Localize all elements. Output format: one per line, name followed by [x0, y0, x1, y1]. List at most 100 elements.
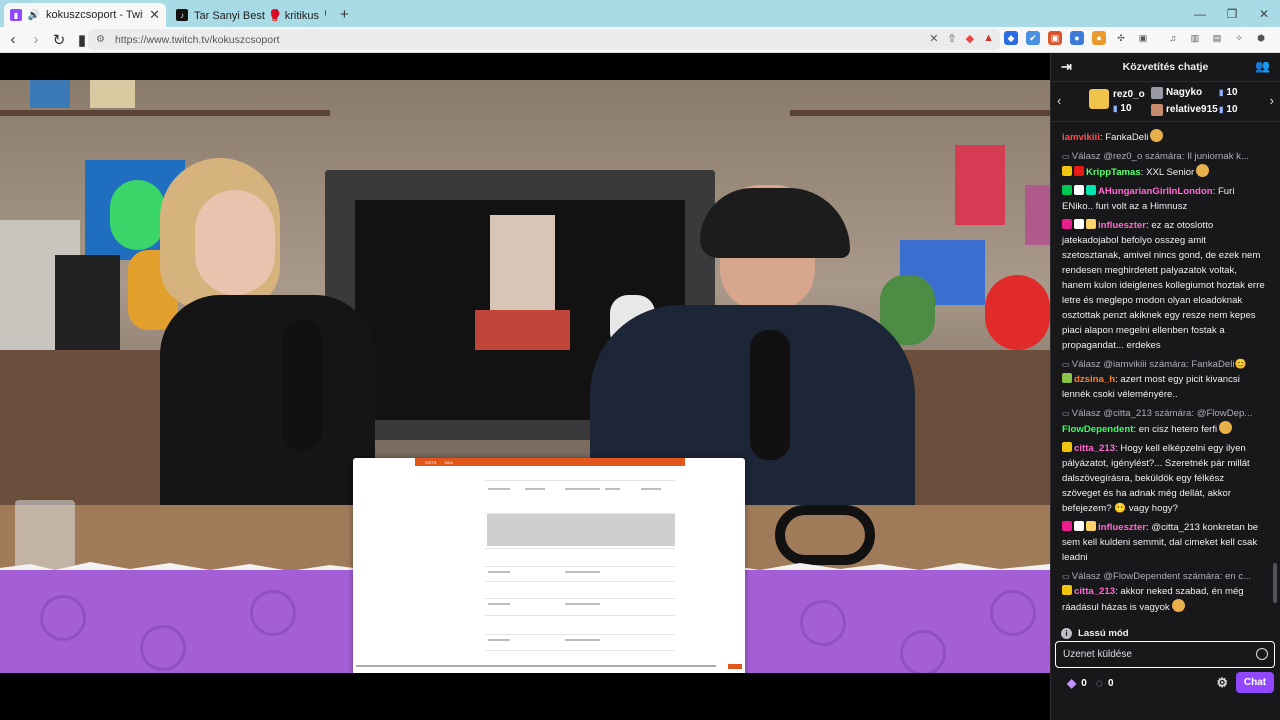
- chat-username[interactable]: influeszter: [1098, 522, 1146, 533]
- share-icon[interactable]: ⇧: [947, 32, 956, 45]
- document-text: [565, 571, 600, 573]
- chat-badge-icon[interactable]: [1074, 166, 1084, 176]
- address-bar[interactable]: ⚙ https://www.twitch.tv/kokuszcsoport ✕ …: [88, 29, 1000, 50]
- menu-icon[interactable]: ≡: [1276, 31, 1280, 45]
- emote-icon[interactable]: [1219, 421, 1233, 434]
- chat-badge-icon[interactable]: [1062, 373, 1072, 383]
- leaderboard-user[interactable]: Nagyko: [1166, 87, 1202, 98]
- chat-scrollbar[interactable]: [1273, 563, 1277, 603]
- vpn-icon[interactable]: ⬢: [1254, 31, 1268, 45]
- document-text: [565, 488, 600, 490]
- leaderboard-user[interactable]: relative915: [1166, 104, 1218, 115]
- chat-username[interactable]: FlowDependent: [1062, 424, 1133, 435]
- site-info-icon[interactable]: ⚙: [96, 34, 105, 45]
- minimize-button[interactable]: —: [1184, 7, 1216, 21]
- stream-chat: ⇥ Közvetítés chatje 👥 ‹ rez0_o 10 Nagyko…: [1050, 53, 1280, 720]
- channel-points-icon[interactable]: ◌: [1096, 676, 1103, 690]
- chat-message: citta_213: Hogy kell elképzelni egy ilye…: [1062, 441, 1265, 516]
- chat-username[interactable]: KrippTamas: [1086, 167, 1141, 178]
- speaker-icon[interactable]: 🔊: [28, 9, 40, 21]
- leaderboard-next-icon[interactable]: ›: [1270, 93, 1274, 108]
- forward-icon[interactable]: ›: [26, 31, 46, 48]
- extension-icon[interactable]: ✔: [1026, 31, 1040, 45]
- chat-badge-icon[interactable]: [1062, 521, 1072, 531]
- chat-message: Válasz @iamvikiii számára: FankaDeli😊 dzs…: [1062, 357, 1265, 402]
- document-text: [605, 488, 620, 490]
- reply-context[interactable]: Válasz @citta_213 számára: @FlowDep...: [1062, 406, 1265, 421]
- wallet-icon[interactable]: ▤: [1210, 31, 1224, 45]
- monkey-pattern-icon: [900, 630, 946, 673]
- chat-username[interactable]: dzsina_h: [1074, 374, 1115, 385]
- speaker: [55, 255, 120, 350]
- chat-username[interactable]: citta_213: [1074, 586, 1115, 597]
- emote-icon[interactable]: [1171, 599, 1185, 612]
- chat-username[interactable]: influeszter: [1098, 220, 1146, 231]
- document-text: [565, 639, 600, 641]
- document-text: [488, 488, 510, 490]
- chat-input-box[interactable]: [1055, 641, 1275, 668]
- chat-badge-icon[interactable]: [1074, 185, 1084, 195]
- tab-tiktok[interactable]: ♪ Tar Sanyi Best 🥊 kritikus 🥊 (@szop: [170, 3, 332, 27]
- camera-icon[interactable]: ▣: [1136, 31, 1150, 45]
- chat-badge-icon[interactable]: [1086, 185, 1096, 195]
- emote-icon[interactable]: [1150, 129, 1164, 142]
- send-chat-button[interactable]: Chat: [1236, 672, 1274, 693]
- chat-message: Válasz @citta_213 számára: @FlowDep... Fl…: [1062, 406, 1265, 437]
- chat-username[interactable]: AHungarianGirlInLondon: [1098, 186, 1213, 197]
- reload-icon[interactable]: ↻: [49, 31, 69, 49]
- document-row: [485, 598, 675, 599]
- tab-twitch[interactable]: ▮ 🔊 kokuszcsoport - Twitch ✕: [4, 3, 166, 27]
- collapse-chat-icon[interactable]: ⇥: [1061, 59, 1072, 75]
- video-player[interactable]: WSTK NKA: [0, 53, 1050, 720]
- reply-context[interactable]: Válasz @rez0_o számára: Il juniornak k..…: [1062, 149, 1265, 164]
- brave-shield-icon[interactable]: ◆: [966, 32, 974, 45]
- chat-badge-icon[interactable]: [1074, 521, 1084, 531]
- translate-icon[interactable]: ✕: [929, 32, 938, 45]
- chat-message-text: en cisz hetero ferfi: [1138, 424, 1218, 435]
- tab-title: kokuszcsoport - Twitch: [46, 9, 143, 21]
- bits-count: 0: [1081, 677, 1087, 689]
- chat-badge-icon[interactable]: [1062, 166, 1072, 176]
- chat-badge-icon[interactable]: [1086, 521, 1096, 531]
- leaderboard-prev-icon[interactable]: ‹: [1057, 93, 1061, 108]
- microphone: [282, 320, 322, 450]
- chat-settings-icon[interactable]: ⚙: [1216, 675, 1228, 691]
- chat-badge-icon[interactable]: [1062, 585, 1072, 595]
- chat-username[interactable]: iamvikiii: [1062, 132, 1100, 143]
- extension-icon[interactable]: ●: [1092, 31, 1106, 45]
- sidebar-icon[interactable]: ▥: [1188, 31, 1202, 45]
- chat-message-text: ez az otoslotto jatekadojabol befolyo os…: [1062, 220, 1265, 351]
- extension-icon[interactable]: ▣: [1048, 31, 1062, 45]
- stream-scene: WSTK NKA: [0, 80, 1050, 673]
- leo-icon[interactable]: ✧: [1232, 31, 1246, 45]
- chat-title: Közvetítés chatje: [1122, 61, 1209, 73]
- extension-icon[interactable]: ◆: [1004, 31, 1018, 45]
- back-icon[interactable]: ‹: [3, 31, 23, 48]
- chat-badge-icon[interactable]: [1062, 185, 1072, 195]
- reply-context[interactable]: Válasz @FlowDependent számára: en c...: [1062, 569, 1265, 584]
- community-icon[interactable]: 👥: [1255, 59, 1270, 73]
- chat-username[interactable]: citta_213: [1074, 443, 1115, 454]
- music-icon[interactable]: ♫: [1166, 31, 1180, 45]
- extension-icon[interactable]: ●: [1070, 31, 1084, 45]
- chat-message-list: iamvikiii: FankaDeli Válasz @rez0_o számá…: [1051, 123, 1273, 618]
- leaderboard-user[interactable]: rez0_o: [1113, 89, 1145, 100]
- maximize-button[interactable]: ❐: [1216, 7, 1248, 21]
- close-tab-icon[interactable]: ✕: [149, 7, 160, 23]
- chat-message-input[interactable]: [1056, 642, 1246, 667]
- puzzle-icon[interactable]: ✣: [1114, 31, 1128, 45]
- new-tab-button[interactable]: +: [340, 6, 349, 23]
- chat-badge-icon[interactable]: [1086, 219, 1096, 229]
- bits-icon[interactable]: ◆: [1067, 676, 1076, 690]
- poster: [955, 145, 1005, 225]
- reply-context[interactable]: Válasz @iamvikiii számára: FankaDeli😊: [1062, 357, 1265, 372]
- emote-picker-icon[interactable]: [1256, 648, 1268, 660]
- rewards-icon[interactable]: ▲: [983, 32, 994, 45]
- close-window-button[interactable]: ✕: [1248, 7, 1280, 21]
- chat-badge-icon[interactable]: [1062, 219, 1072, 229]
- emote-icon[interactable]: [1196, 164, 1210, 177]
- message-line: AHungarianGirlInLondon: Furi ENiko.. fur…: [1062, 184, 1265, 214]
- slow-mode-label: Lassú mód: [1078, 627, 1129, 639]
- chat-badge-icon[interactable]: [1062, 442, 1072, 452]
- chat-badge-icon[interactable]: [1074, 219, 1084, 229]
